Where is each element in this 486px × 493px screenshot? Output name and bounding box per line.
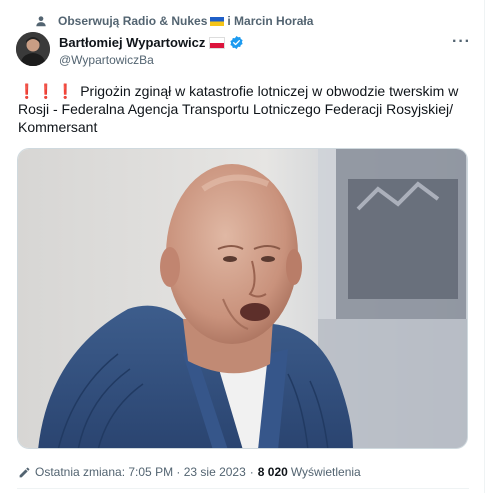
more-options-icon[interactable]: ··· [452, 33, 471, 51]
exclamation-marks: ❗❗❗ [18, 83, 77, 99]
social-context[interactable]: Obserwują Radio & Nukes i Marcin Horała [34, 14, 313, 28]
tweet-body: Prigożin zginął w katastrofie lotniczej … [18, 83, 459, 135]
meta-separator: · [249, 465, 254, 479]
tweet-meta: Ostatnia zmiana: 7:05 PM · 23 sie 2023 ·… [18, 465, 361, 479]
views-count: 8 020 [257, 465, 288, 479]
person-icon [36, 16, 46, 27]
tweet-text: ❗❗❗ Prigożin zginął w katastrofie lotnic… [18, 82, 468, 136]
tweet-photo[interactable] [17, 148, 468, 449]
social-context-text: Obserwują Radio & Nukes [58, 14, 208, 28]
edit-pencil-icon [19, 467, 30, 477]
avatar[interactable] [16, 32, 50, 66]
views-label: Wyświetlenia [290, 465, 361, 479]
social-context-text-2: i Marcin Horała [227, 14, 314, 28]
edited-timestamp[interactable]: Ostatnia zmiana: 7:05 PM · 23 sie 2023 [35, 465, 246, 479]
author-name-row[interactable]: Bartłomiej Wypartowicz [59, 35, 244, 50]
avatar-image [16, 32, 50, 66]
poland-flag-icon [209, 36, 226, 49]
verified-badge-icon [230, 35, 244, 50]
ukraine-flag-icon [210, 16, 225, 26]
author-name[interactable]: Bartłomiej Wypartowicz [59, 35, 205, 50]
divider [17, 488, 469, 489]
author-handle[interactable]: @WypartowiczBa [59, 53, 154, 67]
tweet-card: Obserwują Radio & Nukes i Marcin Horała … [0, 0, 485, 493]
photo-image [18, 149, 467, 448]
